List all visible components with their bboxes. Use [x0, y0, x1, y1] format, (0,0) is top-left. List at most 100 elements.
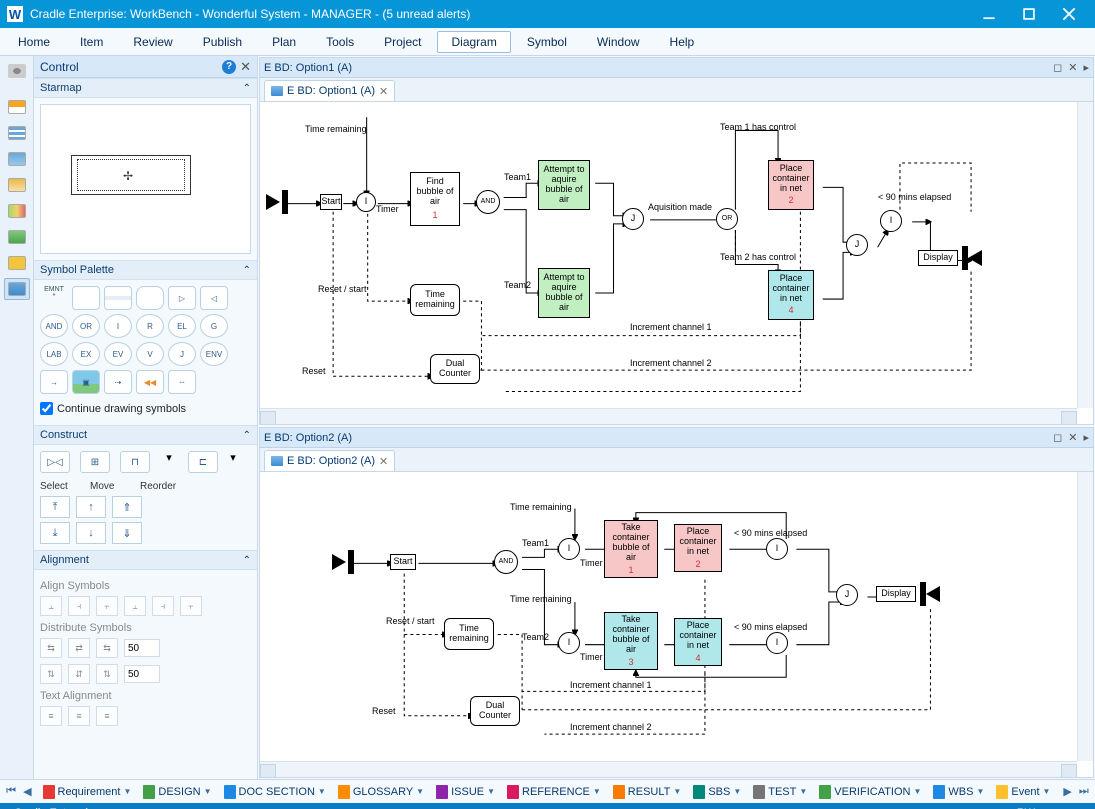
pal-ev[interactable]: EV	[104, 342, 132, 366]
pal-env[interactable]: ENV	[200, 342, 228, 366]
sel-up[interactable]: ⤒	[40, 496, 70, 518]
bottom-tab-wbs[interactable]: WBS▼	[927, 783, 990, 801]
bottom-tab-design[interactable]: DESIGN▼	[137, 783, 217, 801]
ta-2[interactable]: ≡	[68, 706, 90, 726]
pane1-menu-icon[interactable]: ▸	[1083, 61, 1089, 74]
node-place2[interactable]: Place container in net 4	[768, 270, 814, 320]
pane2-vscroll[interactable]	[1077, 472, 1093, 761]
strip-btn-2[interactable]	[4, 122, 30, 144]
maximize-button[interactable]	[1009, 0, 1049, 28]
bottom-tab-test[interactable]: TEST▼	[747, 783, 813, 801]
pal-g[interactable]: G	[200, 314, 228, 338]
construct-header[interactable]: Construct ⌃	[34, 425, 257, 445]
continue-drawing-checkbox[interactable]: Continue drawing symbols	[40, 398, 251, 419]
close-button[interactable]	[1049, 0, 1089, 28]
menu-home[interactable]: Home	[4, 31, 64, 53]
mov-up[interactable]: ↑	[76, 496, 106, 518]
pal-i[interactable]: I	[104, 314, 132, 338]
bottom-nav-first[interactable]: ⏮	[4, 785, 18, 798]
node-or[interactable]: OR	[716, 208, 738, 230]
pane1-tab[interactable]: E BD: Option1 (A) ✕	[264, 80, 395, 101]
bottom-tab-verification[interactable]: VERIFICATION▼	[813, 783, 927, 801]
node-and2[interactable]: AND	[494, 550, 518, 574]
pal-arrow-r[interactable]: →	[40, 370, 68, 394]
bottom-nav-last[interactable]: ⏭	[1077, 785, 1091, 798]
bottom-tab-doc-section[interactable]: DOC SECTION▼	[218, 783, 332, 801]
node-start2[interactable]: Start	[390, 554, 416, 570]
dist-h-value[interactable]	[124, 639, 160, 657]
pane2-close-icon[interactable]: ✕	[1068, 431, 1077, 444]
strip-btn-5[interactable]	[4, 200, 30, 222]
node-i-b[interactable]: I	[558, 632, 580, 654]
bottom-tab-result[interactable]: RESULT▼	[607, 783, 688, 801]
node-take1[interactable]: Take container bubble of air 1	[604, 520, 658, 578]
pane1-hscroll[interactable]	[260, 408, 1077, 424]
con-tool-3[interactable]: ⊓	[120, 451, 150, 473]
menu-publish[interactable]: Publish	[189, 31, 256, 53]
bottom-tab-requirement[interactable]: Requirement▼	[37, 783, 138, 801]
align-center-h[interactable]: ⫞	[68, 596, 90, 616]
sel-down[interactable]: ⤓	[40, 522, 70, 544]
node-j[interactable]: J	[622, 208, 644, 230]
panel-close-icon[interactable]: ✕	[240, 59, 251, 75]
menu-project[interactable]: Project	[370, 31, 435, 53]
menu-tools[interactable]: Tools	[312, 31, 368, 53]
strip-btn-4[interactable]	[4, 174, 30, 196]
node-and[interactable]: AND	[476, 190, 500, 214]
pane1-canvas[interactable]: Time remaining Start I Timer Find bubble…	[260, 102, 1093, 424]
dist-v2[interactable]: ⇵	[68, 664, 90, 684]
pal-j[interactable]: J	[168, 342, 196, 366]
menu-help[interactable]: Help	[656, 31, 709, 53]
con-tool-4[interactable]: ⊏	[188, 451, 218, 473]
align-top[interactable]: ⫠	[124, 596, 146, 616]
pal-dash-line[interactable]: ┄	[168, 370, 196, 394]
pal-el[interactable]: EL	[168, 314, 196, 338]
node-start[interactable]: Start	[320, 194, 342, 210]
bottom-nav-prev[interactable]: ◀	[20, 785, 34, 798]
menu-diagram[interactable]: Diagram	[437, 31, 510, 53]
dist-v1[interactable]: ⇅	[40, 664, 62, 684]
strip-gear-icon[interactable]	[4, 60, 30, 82]
strip-btn-3[interactable]	[4, 148, 30, 170]
strip-btn-6[interactable]	[4, 226, 30, 248]
node-j-b[interactable]: J	[836, 584, 858, 606]
ta-1[interactable]: ≡	[40, 706, 62, 726]
starmap-canvas[interactable]: ✢	[40, 104, 251, 254]
bottom-tab-sbs[interactable]: SBS▼	[687, 783, 747, 801]
node-j2[interactable]: J	[846, 234, 868, 256]
node-dual-counter[interactable]: Dual Counter	[430, 354, 480, 384]
node-place1[interactable]: Place container in net 2	[768, 160, 814, 210]
node-i2[interactable]: I	[880, 210, 902, 232]
node-i3[interactable]: I	[766, 538, 788, 560]
menu-review[interactable]: Review	[119, 31, 186, 53]
strip-btn-7[interactable]	[4, 252, 30, 274]
pane2-restore-icon[interactable]: ◻	[1053, 431, 1062, 444]
alignment-header[interactable]: Alignment ⌃	[34, 550, 257, 570]
pal-or[interactable]: OR	[72, 314, 100, 338]
pane2-menu-icon[interactable]: ▸	[1083, 431, 1089, 444]
pal-dash-arrow[interactable]: ⇢	[104, 370, 132, 394]
pal-rect[interactable]	[72, 286, 100, 310]
bottom-tab-event[interactable]: Event▼	[990, 783, 1056, 801]
node-time-rem2[interactable]: Time remaining	[444, 618, 494, 650]
bottom-nav-next[interactable]: ▶	[1060, 785, 1074, 798]
bottom-tab-issue[interactable]: ISSUE▼	[430, 783, 501, 801]
dist-v3[interactable]: ⇅	[96, 664, 118, 684]
pal-v[interactable]: V	[136, 342, 164, 366]
node-attempt1[interactable]: Attempt to aquire bubble of air	[538, 160, 590, 210]
pane2-canvas[interactable]: Start AND Team1 Team2 Time remaining Tim…	[260, 472, 1093, 777]
dist-v-value[interactable]	[124, 665, 160, 683]
bottom-tab-reference[interactable]: REFERENCE▼	[501, 783, 607, 801]
dist-h1[interactable]: ⇆	[40, 638, 62, 658]
tab-close-icon[interactable]: ✕	[379, 455, 388, 468]
menu-plan[interactable]: Plan	[258, 31, 310, 53]
pane2-tab[interactable]: E BD: Option2 (A) ✕	[264, 450, 395, 471]
dist-h3[interactable]: ⇆	[96, 638, 118, 658]
palette-header[interactable]: Symbol Palette ⌃	[34, 260, 257, 280]
tab-close-icon[interactable]: ✕	[379, 85, 388, 98]
align-middle[interactable]: ⫞	[152, 596, 174, 616]
pal-split-rect[interactable]	[104, 286, 132, 310]
ta-3[interactable]: ≡	[96, 706, 118, 726]
strip-btn-diagram[interactable]	[4, 278, 30, 300]
node-display[interactable]: Display	[918, 250, 958, 266]
